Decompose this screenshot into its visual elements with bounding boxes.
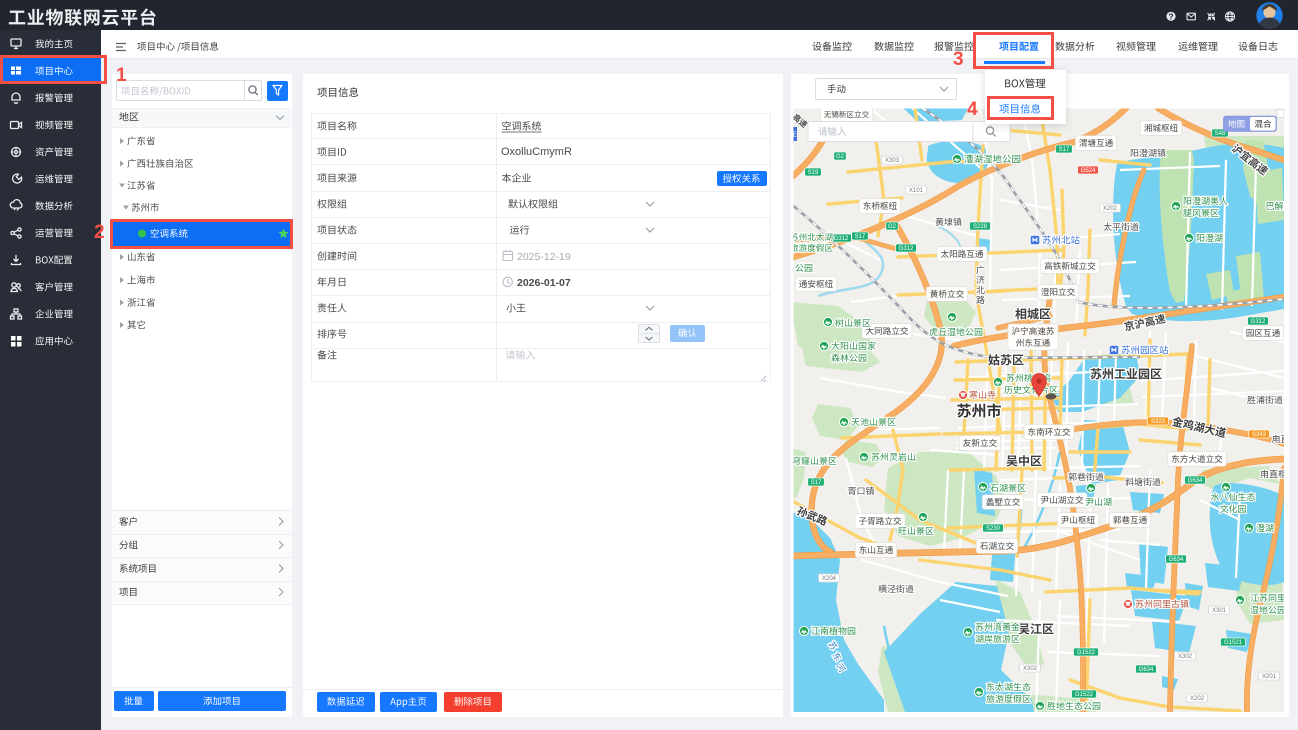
svg-text:G1522: G1522 bbox=[1077, 650, 1096, 656]
svg-text:X302: X302 bbox=[1178, 654, 1193, 660]
svg-text:S228: S228 bbox=[973, 224, 988, 230]
svg-text:G1521: G1521 bbox=[1224, 640, 1243, 646]
svg-text:G634: G634 bbox=[1188, 478, 1203, 484]
svg-text:X202: X202 bbox=[1190, 696, 1205, 702]
svg-text:S17: S17 bbox=[855, 234, 866, 240]
svg-text:G312: G312 bbox=[834, 236, 849, 242]
svg-text:S343: S343 bbox=[1252, 432, 1267, 438]
svg-text:G524: G524 bbox=[1081, 168, 1096, 174]
svg-text:G2: G2 bbox=[836, 154, 845, 160]
svg-text:X303: X303 bbox=[885, 158, 900, 164]
svg-text:G312: G312 bbox=[899, 246, 914, 252]
svg-text:X101: X101 bbox=[909, 188, 924, 194]
svg-text:?: ? bbox=[1168, 11, 1173, 21]
svg-text:G312: G312 bbox=[1251, 319, 1266, 325]
svg-text:S17: S17 bbox=[1059, 147, 1070, 153]
svg-text:S19: S19 bbox=[808, 170, 819, 176]
svg-text:G2: G2 bbox=[888, 224, 897, 230]
svg-text:S48: S48 bbox=[1215, 131, 1226, 137]
svg-text:G1522: G1522 bbox=[1075, 692, 1094, 698]
svg-text:G634: G634 bbox=[1139, 667, 1154, 673]
svg-text:X204: X204 bbox=[822, 576, 837, 582]
svg-text:X202: X202 bbox=[1103, 206, 1118, 212]
svg-text:X301: X301 bbox=[1212, 608, 1227, 614]
svg-text:S17: S17 bbox=[811, 480, 822, 486]
svg-text:S230: S230 bbox=[986, 526, 1001, 532]
svg-text:X201: X201 bbox=[1262, 674, 1277, 680]
svg-text:S323: S323 bbox=[1151, 419, 1166, 425]
svg-text:X302: X302 bbox=[1023, 666, 1038, 672]
svg-text:G634: G634 bbox=[1169, 557, 1184, 563]
